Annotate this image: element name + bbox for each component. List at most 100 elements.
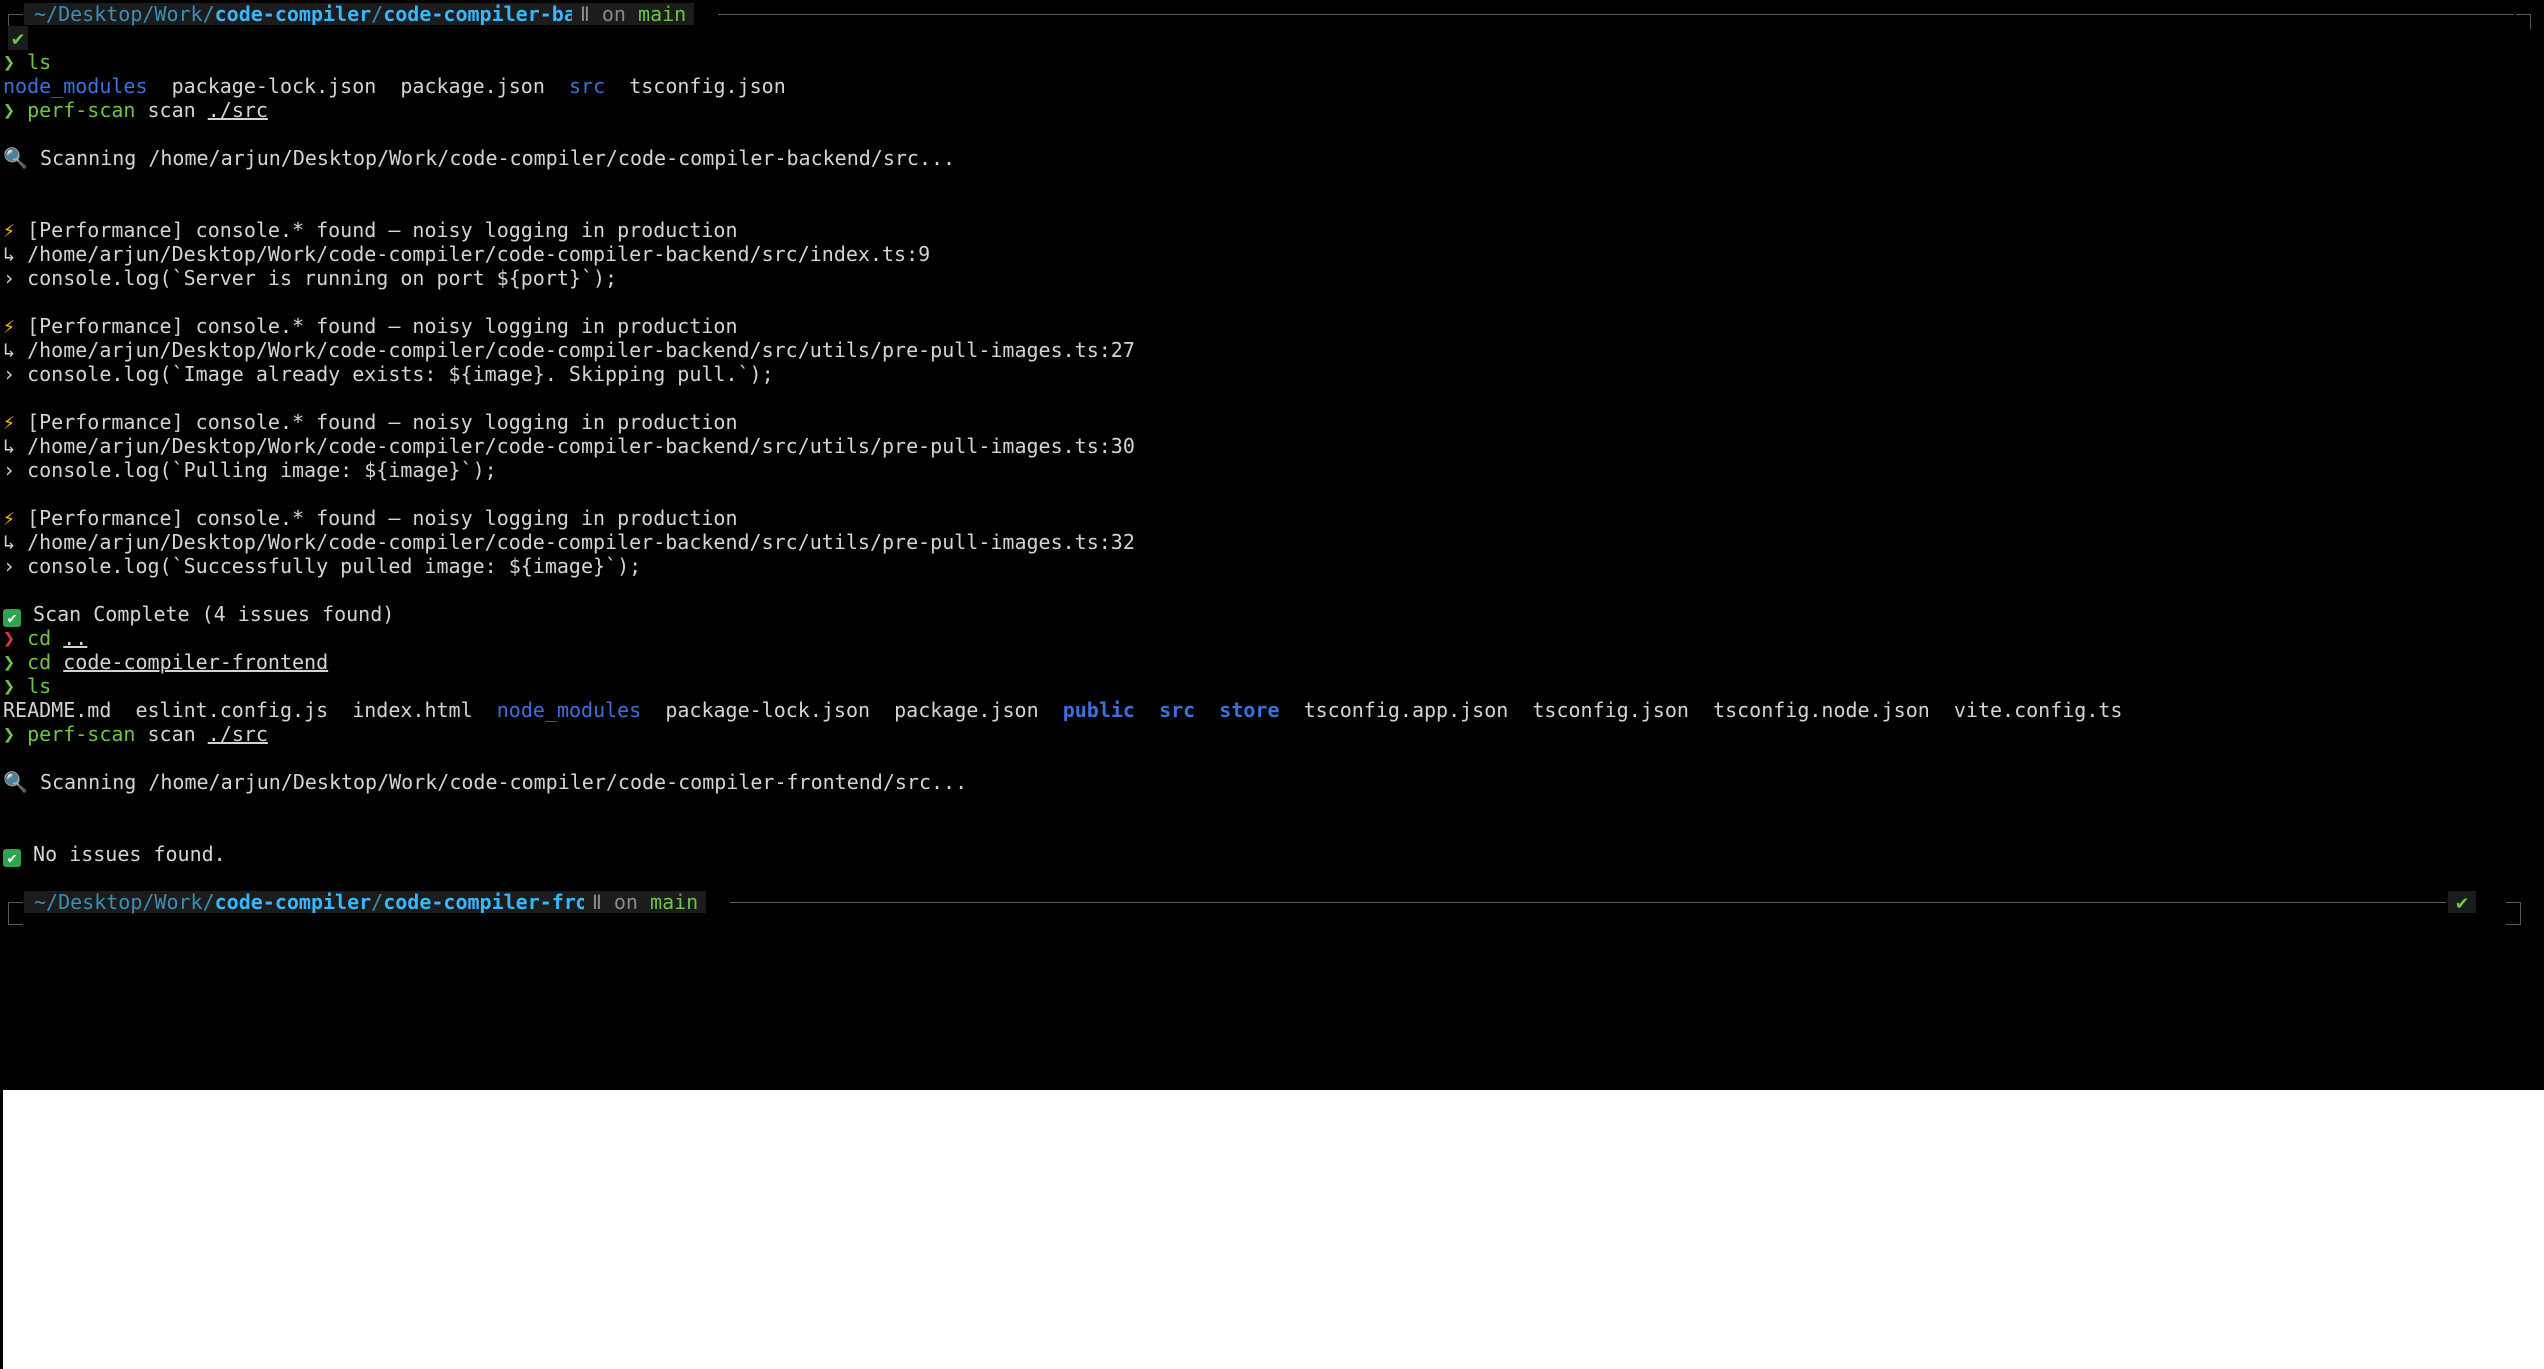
terminal-edge	[0, 1090, 3, 1369]
prompt-frame-corner-bottom-right	[2506, 914, 2521, 925]
lightning-icon: ⚡	[3, 218, 16, 242]
path-parent: code-compiler	[214, 890, 372, 914]
ls-item: node_modules	[496, 698, 642, 722]
command-argument: ./src	[207, 722, 268, 746]
issue-title-line: ⚡ [Performance] console.* found — noisy …	[3, 218, 738, 242]
git-branch-icon: Ⅱ	[580, 2, 590, 26]
ls-item: src	[1159, 698, 1196, 722]
ls-output: node_modules package-lock.json package.j…	[3, 74, 786, 98]
prompt-status-bar: ~/Desktop/Work/code-compiler/code-compil…	[0, 890, 2544, 917]
magnifier-icon: 🔍	[3, 770, 28, 794]
prompt-chevron-icon: ❯	[3, 674, 16, 698]
ls-item: package.json	[894, 698, 1039, 722]
prompt-frame-corner-bottom	[8, 914, 23, 925]
issue-code: › console.log(`Pulling image: ${image}`)…	[3, 458, 497, 482]
path-prefix: ~/Desktop/Work/	[34, 2, 215, 26]
command-argument: code-compiler-frontend	[63, 650, 329, 674]
scanning-text: Scanning /home/arjun/Desktop/Work/code-c…	[39, 146, 956, 170]
command-name: perf-scan	[27, 722, 136, 746]
ls-item: eslint.config.js	[135, 698, 329, 722]
magnifier-icon: 🔍	[3, 146, 28, 170]
prompt-status-bar: ~/Desktop/Work/code-compiler/code-compil…	[0, 2, 2544, 29]
issue-file: ↳ /home/arjun/Desktop/Work/code-compiler…	[3, 242, 931, 266]
issue-title-line: ⚡ [Performance] console.* found — noisy …	[3, 410, 738, 434]
lightning-icon: ⚡	[3, 410, 16, 434]
git-on-label: on	[601, 2, 626, 26]
command-line: ❯ cd ..	[3, 626, 87, 650]
git-branch-name: main	[650, 890, 699, 914]
ls-item: README.md	[3, 698, 112, 722]
command-line: ❯ ls	[3, 674, 51, 698]
command-subcommand: scan	[147, 722, 196, 746]
scan-complete-text: Scan Complete (4 issues found)	[33, 602, 395, 626]
scanning-line: 🔍 Scanning /home/arjun/Desktop/Work/code…	[3, 770, 967, 794]
issue-title: [Performance] console.* found — noisy lo…	[27, 314, 738, 338]
path-parent: code-compiler	[214, 2, 372, 26]
command-name: ls	[27, 674, 52, 698]
prompt-path-segment: ~/Desktop/Work/code-compiler/code-compil…	[24, 890, 659, 914]
ls-item: src	[568, 74, 606, 98]
prompt-git-segment: Ⅱ on main	[584, 890, 707, 914]
command-subcommand: scan	[147, 98, 196, 122]
ls-item: vite.config.ts	[1953, 698, 2123, 722]
command-argument: ..	[63, 626, 88, 650]
issue-title-line: ⚡ [Performance] console.* found — noisy …	[3, 506, 738, 530]
issue-title: [Performance] console.* found — noisy lo…	[27, 506, 738, 530]
issue-code: › console.log(`Image already exists: ${i…	[3, 362, 774, 386]
path-separator: /	[371, 2, 384, 26]
command-line: ❯ perf-scan scan ./src	[3, 98, 268, 122]
status-ok-icon: ✔	[8, 26, 29, 50]
prompt-chevron-icon: ❯	[3, 98, 16, 122]
issue-title: [Performance] console.* found — noisy lo…	[27, 218, 738, 242]
terminal-window[interactable]: ~/Desktop/Work/code-compiler/code-compil…	[0, 0, 2544, 1090]
issue-title: [Performance] console.* found — noisy lo…	[27, 410, 738, 434]
lightning-icon: ⚡	[3, 314, 16, 338]
issue-code: › console.log(`Successfully pulled image…	[3, 554, 642, 578]
issue-file: ↳ /home/arjun/Desktop/Work/code-compiler…	[3, 434, 1135, 458]
status-ok-icon: ✔	[2448, 891, 2477, 913]
path-separator: /	[371, 890, 384, 914]
command-name: perf-scan	[27, 98, 136, 122]
scan-result-line: ✔ No issues found.	[3, 842, 226, 867]
ls-item: tsconfig.node.json	[1713, 698, 1930, 722]
ls-item: tsconfig.json	[629, 74, 786, 98]
ls-item: public	[1062, 698, 1135, 722]
git-on-label: on	[613, 890, 638, 914]
command-name: cd	[27, 626, 52, 650]
prompt-divider	[730, 902, 2446, 903]
issue-title-line: ⚡ [Performance] console.* found — noisy …	[3, 314, 738, 338]
prompt-chevron-icon: ❯	[3, 722, 16, 746]
command-argument: ./src	[207, 98, 268, 122]
scanning-line: 🔍 Scanning /home/arjun/Desktop/Work/code…	[3, 146, 955, 170]
checkmark-icon: ✔	[3, 609, 21, 627]
prompt-frame-corner-right	[2516, 14, 2531, 29]
git-branch-icon: Ⅱ	[592, 890, 602, 914]
ls-item: store	[1219, 698, 1280, 722]
checkmark-icon: ✔	[3, 849, 21, 867]
prompt-path-segment: ~/Desktop/Work/code-compiler/code-compil…	[24, 2, 647, 26]
prompt-chevron-icon: ❯	[3, 50, 16, 74]
command-line: ❯ ls	[3, 50, 51, 74]
lightning-icon: ⚡	[3, 506, 16, 530]
prompt-chevron-icon: ❯	[3, 650, 16, 674]
ls-item: index.html	[352, 698, 473, 722]
issue-file: ↳ /home/arjun/Desktop/Work/code-compiler…	[3, 338, 1135, 362]
prompt-git-segment: Ⅱ on main	[572, 2, 695, 26]
ls-item: package.json	[400, 74, 545, 98]
issue-code: › console.log(`Server is running on port…	[3, 266, 618, 290]
ls-item: node_modules	[3, 74, 148, 98]
path-prefix: ~/Desktop/Work/	[34, 890, 215, 914]
command-line: ❯ perf-scan scan ./src	[3, 722, 268, 746]
ls-item: tsconfig.json	[1532, 698, 1689, 722]
scan-complete-line: ✔ Scan Complete (4 issues found)	[3, 602, 395, 627]
command-line: ❯ cd code-compiler-frontend	[3, 650, 328, 674]
git-branch-name: main	[638, 2, 687, 26]
prompt-divider	[718, 14, 2514, 15]
ls-output: README.md eslint.config.js index.html no…	[3, 698, 2122, 722]
command-name: ls	[27, 50, 52, 74]
ls-item: tsconfig.app.json	[1303, 698, 1509, 722]
prompt-chevron-icon: ❯	[3, 626, 16, 650]
issue-file: ↳ /home/arjun/Desktop/Work/code-compiler…	[3, 530, 1135, 554]
ls-item: package-lock.json	[171, 74, 377, 98]
command-name: cd	[27, 650, 52, 674]
